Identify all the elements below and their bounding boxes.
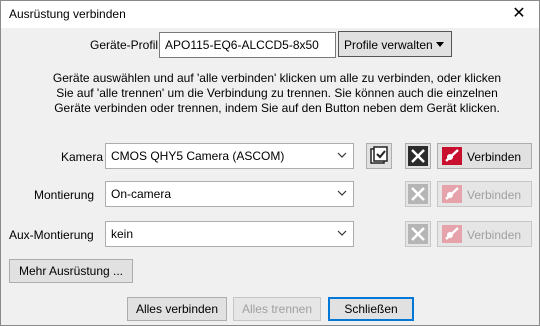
profile-value: APO115-EQ6-ALCCD5-8x50 — [165, 38, 319, 52]
aux-mount-select[interactable]: kein — [105, 221, 354, 247]
chevron-down-icon — [337, 190, 347, 196]
camera-select[interactable]: CMOS QHY5 Camera (ASCOM) — [105, 143, 354, 169]
mount-connect-label: Verbinden — [467, 188, 522, 202]
tools-icon — [408, 146, 428, 166]
connect-all-button[interactable]: Alles verbinden — [127, 297, 227, 321]
aux-mount-connect-label: Verbinden — [467, 228, 522, 242]
dropdown-arrow-icon — [436, 42, 444, 47]
tools-icon — [408, 184, 428, 204]
manage-profiles-button[interactable]: Profile verwalten — [338, 31, 452, 57]
profile-select[interactable]: APO115-EQ6-ALCCD5-8x50 — [159, 32, 336, 58]
mount-setup-button[interactable] — [405, 181, 431, 207]
title-bar: Ausrüstung verbinden ✕ — [1, 1, 539, 28]
aux-mount-connect-button[interactable]: Verbinden — [437, 221, 532, 247]
aux-mount-value: kein — [111, 227, 134, 241]
plug-icon — [442, 225, 462, 243]
camera-advanced-button[interactable] — [366, 143, 392, 169]
aux-mount-setup-button[interactable] — [405, 221, 431, 247]
disconnect-all-button[interactable]: Alles trennen — [233, 297, 321, 321]
manage-profiles-label: Profile verwalten — [344, 38, 433, 52]
mount-connect-button[interactable]: Verbinden — [437, 181, 532, 207]
instructions-text: Geräte auswählen und auf 'alle verbinden… — [52, 71, 502, 115]
close-button[interactable]: Schließen — [328, 297, 414, 321]
more-equipment-button[interactable]: Mehr Ausrüstung ... — [9, 259, 133, 283]
aux-mount-label: Aux-Montierung — [9, 228, 94, 242]
camera-label: Kamera — [61, 150, 104, 164]
checklist-icon — [370, 146, 388, 164]
close-icon[interactable]: ✕ — [499, 1, 539, 28]
window-title: Ausrüstung verbinden — [9, 7, 126, 21]
tools-icon — [408, 224, 428, 244]
mount-select[interactable]: On-camera — [105, 181, 354, 207]
camera-connect-label: Verbinden — [467, 150, 522, 164]
equipment-dialog: Ausrüstung verbinden ✕ Geräte-Profil APO… — [0, 0, 540, 326]
profile-label: Geräte-Profil — [90, 38, 159, 52]
camera-value: CMOS QHY5 Camera (ASCOM) — [111, 149, 285, 163]
plug-icon — [442, 147, 462, 165]
chevron-down-icon — [337, 230, 347, 236]
plug-icon — [442, 185, 462, 203]
chevron-down-icon — [337, 152, 347, 158]
mount-label: Montierung — [34, 188, 95, 202]
mount-value: On-camera — [111, 187, 172, 201]
camera-connect-button[interactable]: Verbinden — [437, 143, 532, 169]
camera-setup-button[interactable] — [405, 143, 431, 169]
